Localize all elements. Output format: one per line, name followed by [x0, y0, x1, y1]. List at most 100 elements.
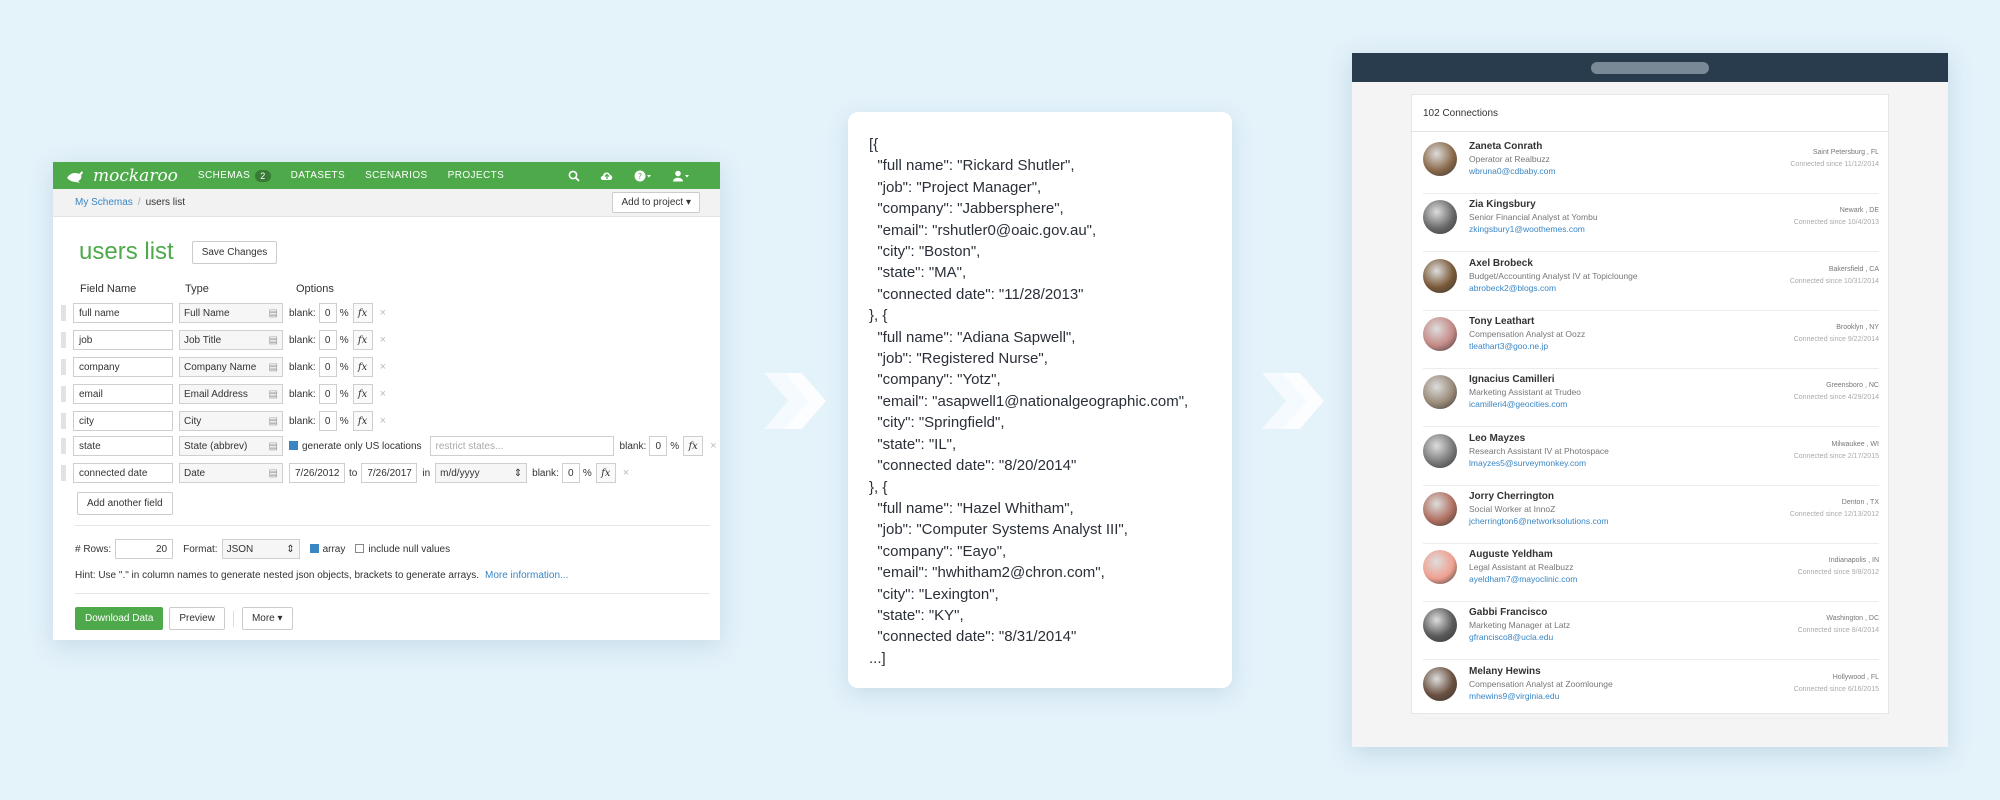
drag-handle[interactable]: [61, 465, 66, 481]
connection-email[interactable]: zkingsbury1@woothemes.com: [1469, 223, 1598, 235]
remove-field-icon[interactable]: ×: [380, 415, 386, 427]
avatar[interactable]: [1423, 258, 1457, 293]
field-type-select[interactable]: Date ▤: [179, 463, 283, 483]
save-changes-button[interactable]: Save Changes: [191, 240, 278, 264]
field-type-select[interactable]: City ▤: [179, 411, 283, 431]
breadcrumb-my-schemas[interactable]: My Schemas: [75, 197, 133, 208]
null-values-checkbox[interactable]: [355, 544, 368, 555]
date-format-select[interactable]: m/d/yyyy ⇕: [435, 463, 528, 483]
connection-email[interactable]: gfrancisco8@ucla.edu: [1469, 631, 1570, 643]
more-button[interactable]: More ▾: [241, 607, 293, 630]
blank-percent-input[interactable]: 0: [318, 384, 337, 404]
formula-button[interactable]: fx: [352, 357, 373, 377]
avatar[interactable]: [1423, 433, 1457, 468]
nav-scenarios[interactable]: SCENARIOS: [365, 170, 428, 181]
blank-percent-input[interactable]: 0: [318, 411, 337, 431]
avatar[interactable]: [1423, 200, 1457, 235]
connection-name[interactable]: Melany Hewins: [1469, 666, 1613, 678]
connection-email[interactable]: lmayzes5@surveymonkey.com: [1469, 457, 1609, 469]
avatar[interactable]: [1423, 491, 1457, 526]
drag-handle[interactable]: [61, 359, 66, 375]
field-name-input[interactable]: state: [73, 436, 173, 456]
cloud-upload-icon[interactable]: [600, 170, 614, 182]
field-name-input[interactable]: email: [73, 384, 173, 404]
nav-datasets[interactable]: DATASETS: [291, 170, 346, 181]
avatar[interactable]: [1423, 666, 1457, 701]
rows-input[interactable]: 20: [115, 539, 174, 559]
remove-field-icon[interactable]: ×: [380, 334, 386, 346]
add-another-field-button[interactable]: Add another field: [77, 492, 173, 515]
help-icon[interactable]: ?: [634, 170, 652, 182]
connection-item[interactable]: Tony Leathart Compensation Analyst at Ooz…: [1423, 311, 1879, 369]
mockaroo-logo[interactable]: mockaroo: [65, 166, 178, 186]
format-select[interactable]: JSON ⇕: [221, 539, 300, 559]
formula-button[interactable]: fx: [683, 436, 704, 456]
connection-email[interactable]: mhewins9@virginia.edu: [1469, 690, 1613, 702]
restrict-states-input[interactable]: restrict states...: [429, 436, 614, 456]
connection-name[interactable]: Axel Brobeck: [1469, 258, 1638, 270]
formula-button[interactable]: fx: [352, 384, 373, 404]
us-only-checkbox[interactable]: [289, 441, 302, 452]
field-type-select[interactable]: Email Address ▤: [179, 384, 283, 404]
field-name-input[interactable]: full name: [73, 303, 173, 323]
formula-button[interactable]: fx: [352, 411, 373, 431]
field-name-input[interactable]: connected date: [73, 463, 173, 483]
connection-name[interactable]: Jorry Cherrington: [1469, 491, 1609, 503]
connection-email[interactable]: ayeldham7@mayoclinic.com: [1469, 573, 1577, 585]
avatar[interactable]: [1423, 316, 1457, 351]
avatar[interactable]: [1423, 142, 1457, 176]
formula-button[interactable]: fx: [595, 463, 616, 483]
blank-percent-input[interactable]: 0: [318, 303, 337, 323]
search-icon[interactable]: [568, 170, 580, 182]
avatar[interactable]: [1423, 550, 1457, 585]
date-from-input[interactable]: 7/26/2012: [289, 463, 345, 483]
connection-name[interactable]: Ignacius Camilleri: [1469, 374, 1581, 386]
drag-handle[interactable]: [61, 305, 66, 321]
avatar[interactable]: [1423, 375, 1457, 410]
remove-field-icon[interactable]: ×: [380, 388, 386, 400]
blank-percent-input[interactable]: 0: [318, 330, 337, 350]
connection-item[interactable]: Zia Kingsbury Senior Financial Analyst at…: [1423, 194, 1879, 253]
connection-item[interactable]: Gabbi Francisco Marketing Manager at Latz…: [1423, 602, 1879, 661]
formula-button[interactable]: fx: [352, 330, 373, 350]
field-type-select[interactable]: Full Name ▤: [179, 303, 283, 323]
array-checkbox[interactable]: [309, 544, 323, 555]
field-name-input[interactable]: job: [73, 330, 173, 350]
connection-name[interactable]: Zia Kingsbury: [1469, 199, 1598, 211]
connection-item[interactable]: Melany Hewins Compensation Analyst at Zoo…: [1423, 661, 1879, 719]
connection-name[interactable]: Zaneta Conrath: [1469, 141, 1555, 153]
address-bar[interactable]: [1591, 61, 1709, 74]
remove-field-icon[interactable]: ×: [380, 307, 386, 319]
more-information-link[interactable]: More information...: [485, 570, 568, 581]
connection-item[interactable]: Leo Mayzes Research Assistant IV at Photo…: [1423, 428, 1879, 486]
connection-item[interactable]: Auguste Yeldham Legal Assistant at Realbu…: [1423, 544, 1879, 603]
connection-item[interactable]: Jorry Cherrington Social Worker at InnoZ j…: [1423, 486, 1879, 544]
connection-name[interactable]: Auguste Yeldham: [1469, 549, 1577, 561]
add-to-project-button[interactable]: Add to project ▾: [612, 192, 700, 213]
drag-handle[interactable]: [61, 438, 66, 454]
date-to-input[interactable]: 7/26/2017: [361, 463, 418, 483]
drag-handle[interactable]: [61, 413, 66, 429]
blank-percent-input[interactable]: 0: [318, 357, 337, 377]
connection-name[interactable]: Leo Mayzes: [1469, 433, 1609, 445]
connection-name[interactable]: Gabbi Francisco: [1469, 607, 1570, 619]
nav-schemas[interactable]: SCHEMAS 2: [198, 169, 271, 182]
connection-name[interactable]: Tony Leathart: [1469, 316, 1585, 328]
drag-handle[interactable]: [61, 386, 66, 402]
connection-email[interactable]: wbruna0@cdbaby.com: [1469, 165, 1555, 177]
connection-item[interactable]: Axel Brobeck Budget/Accounting Analyst IV…: [1423, 253, 1879, 311]
avatar[interactable]: [1423, 608, 1457, 643]
drag-handle[interactable]: [61, 332, 66, 348]
field-type-select[interactable]: State (abbrev) ▤: [179, 436, 283, 456]
blank-percent-input[interactable]: 0: [561, 463, 580, 483]
remove-field-icon[interactable]: ×: [710, 440, 716, 452]
field-type-select[interactable]: Company Name ▤: [179, 357, 283, 377]
connection-email[interactable]: tleathart3@goo.ne.jp: [1469, 340, 1585, 352]
nav-projects[interactable]: PROJECTS: [448, 170, 505, 181]
download-data-button[interactable]: Download Data: [75, 607, 164, 630]
preview-button[interactable]: Preview: [169, 607, 225, 630]
connection-item[interactable]: Zaneta Conrath Operator at Realbuzz wbruna…: [1423, 136, 1879, 194]
formula-button[interactable]: fx: [352, 303, 373, 323]
field-name-input[interactable]: company: [73, 357, 173, 377]
connection-email[interactable]: icamilleri4@geocities.com: [1469, 398, 1581, 410]
